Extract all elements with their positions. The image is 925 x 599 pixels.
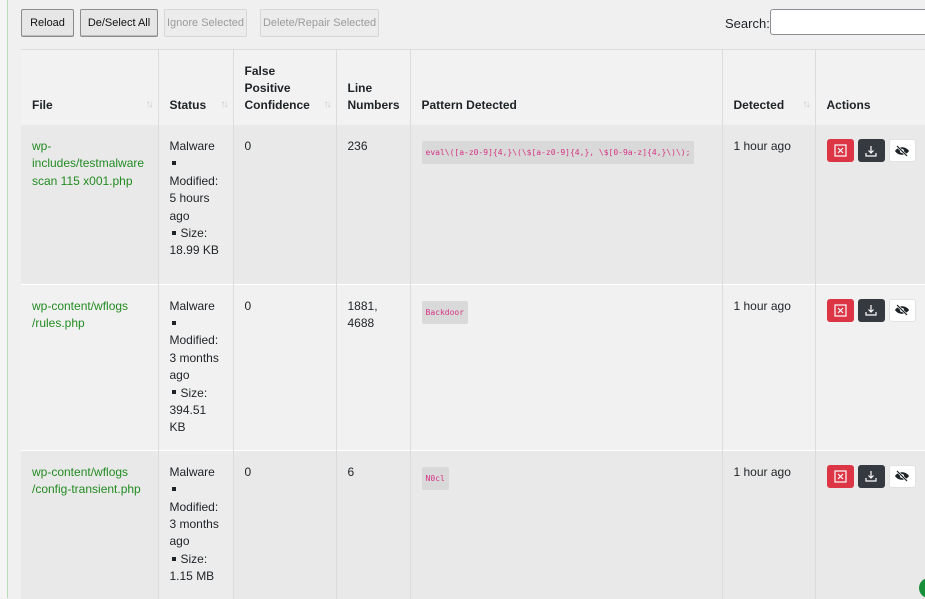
close-square-icon — [833, 144, 847, 157]
table-row: wp-content/wflogs /config-transient.php … — [21, 449, 925, 599]
bullet-icon — [171, 486, 176, 491]
search-input[interactable] — [770, 9, 925, 35]
actions-cell — [815, 283, 925, 451]
file-link[interactable]: wp-content/wflogs /config-transient.php — [32, 464, 147, 499]
actions-cell — [815, 449, 925, 599]
file-cell: wp-content/wflogs /config-transient.php — [21, 449, 159, 599]
status-text: Malware — [169, 139, 215, 153]
search-label: Search: — [725, 16, 770, 31]
sort-arrows-icon: ↑↓ — [145, 99, 154, 110]
detected-cell: 1 hour ago — [722, 283, 816, 451]
download-button[interactable] — [857, 298, 885, 322]
download-button[interactable] — [857, 464, 885, 488]
pattern-code: Backdoor — [421, 300, 469, 324]
sort-arrows-icon: ↑↓ — [802, 99, 811, 110]
ignore-selected-button[interactable]: Ignore Selected — [164, 9, 247, 37]
line-numbers-cell: 236 — [336, 125, 411, 284]
detected-cell: 1 hour ago — [722, 449, 816, 599]
reload-button[interactable]: Reload — [21, 9, 74, 37]
ignore-button[interactable] — [888, 464, 916, 488]
status-text: Malware — [169, 298, 215, 313]
file-link[interactable]: wp-content/wflogs /rules.php — [32, 298, 147, 333]
actions-cell — [815, 125, 925, 284]
file-size: 18.99 KB — [169, 243, 219, 258]
pattern-code: N0cl — [421, 466, 449, 491]
pattern-cell: N0cl — [410, 449, 723, 599]
table-row: wp- includes/testmalware scan 115 x001.p… — [21, 125, 925, 284]
ignore-button[interactable] — [888, 139, 916, 162]
bullet-icon — [171, 390, 176, 395]
eye-slash-icon — [895, 144, 909, 157]
line-numbers-cell: 6 — [336, 449, 411, 599]
file-cell: wp-content/wflogs /rules.php — [21, 283, 159, 451]
column-header-file[interactable]: File ↑↓ — [21, 50, 159, 125]
download-icon — [865, 145, 877, 157]
bullet-icon — [171, 161, 176, 166]
status-cell: Malware Modified: 3 months ago Size: 394… — [158, 283, 234, 451]
pattern-cell: eval\([a-z0-9]{4,}\(\$[a-z0-9]{4,}, \$[0… — [410, 125, 723, 284]
column-header-pattern-detected: Pattern Detected — [410, 50, 723, 125]
left-edge-border — [0, 0, 8, 598]
pattern-cell: Backdoor — [410, 283, 723, 451]
delete-button[interactable] — [826, 464, 854, 488]
deselect-all-button[interactable]: De/Select All — [80, 9, 158, 37]
download-button[interactable] — [857, 139, 885, 162]
confidence-cell: 0 — [233, 449, 337, 599]
delete-repair-selected-button[interactable]: Delete/Repair Selected — [260, 9, 379, 37]
bullet-icon — [171, 556, 176, 561]
eye-slash-icon — [895, 304, 909, 316]
column-header-actions: Actions — [815, 50, 925, 125]
sort-arrows-icon: ↑↓ — [220, 99, 229, 110]
file-size: 394.51 KB — [169, 402, 207, 435]
column-header-false-positive-confidence[interactable]: False Positive Confidence ↑↓ — [233, 50, 337, 125]
delete-button[interactable] — [826, 139, 854, 162]
bullet-icon — [171, 320, 176, 325]
status-text: Malware — [169, 464, 215, 479]
scan-results-table: File ↑↓ Status ↑↓ False Positive Confide… — [21, 49, 925, 599]
bullet-icon — [171, 230, 176, 235]
pattern-code: eval\([a-z0-9]{4,}\(\$[a-z0-9]{4,}, \$[0… — [421, 141, 695, 165]
status-cell: Malware Modified: 5 hours ago Size: 18.9… — [158, 125, 234, 284]
delete-button[interactable] — [826, 298, 854, 322]
table-row: wp-content/wflogs /rules.php Malware Mod… — [21, 283, 925, 451]
detected-cell: 1 hour ago — [722, 125, 816, 284]
column-header-status[interactable]: Status ↑↓ — [158, 50, 234, 125]
file-link[interactable]: wp- includes/testmalware scan 115 x001.p… — [32, 138, 147, 190]
column-header-detected[interactable]: Detected ↑↓ — [722, 50, 816, 125]
download-icon — [865, 305, 877, 316]
close-square-icon — [833, 470, 847, 483]
confidence-cell: 0 — [233, 125, 337, 284]
file-cell: wp- includes/testmalware scan 115 x001.p… — [21, 125, 159, 284]
file-size: 1.15 MB — [169, 569, 215, 584]
ignore-button[interactable] — [888, 298, 916, 322]
eye-slash-icon — [895, 470, 909, 483]
sort-arrows-icon: ↑↓ — [323, 99, 332, 110]
close-square-icon — [833, 303, 847, 317]
line-numbers-cell: 1881, 4688 — [336, 283, 411, 451]
download-icon — [865, 471, 877, 482]
confidence-cell: 0 — [233, 283, 337, 451]
column-header-line-numbers: Line Numbers — [336, 50, 411, 125]
status-cell: Malware Modified: 3 months ago Size: 1.1… — [158, 449, 234, 599]
